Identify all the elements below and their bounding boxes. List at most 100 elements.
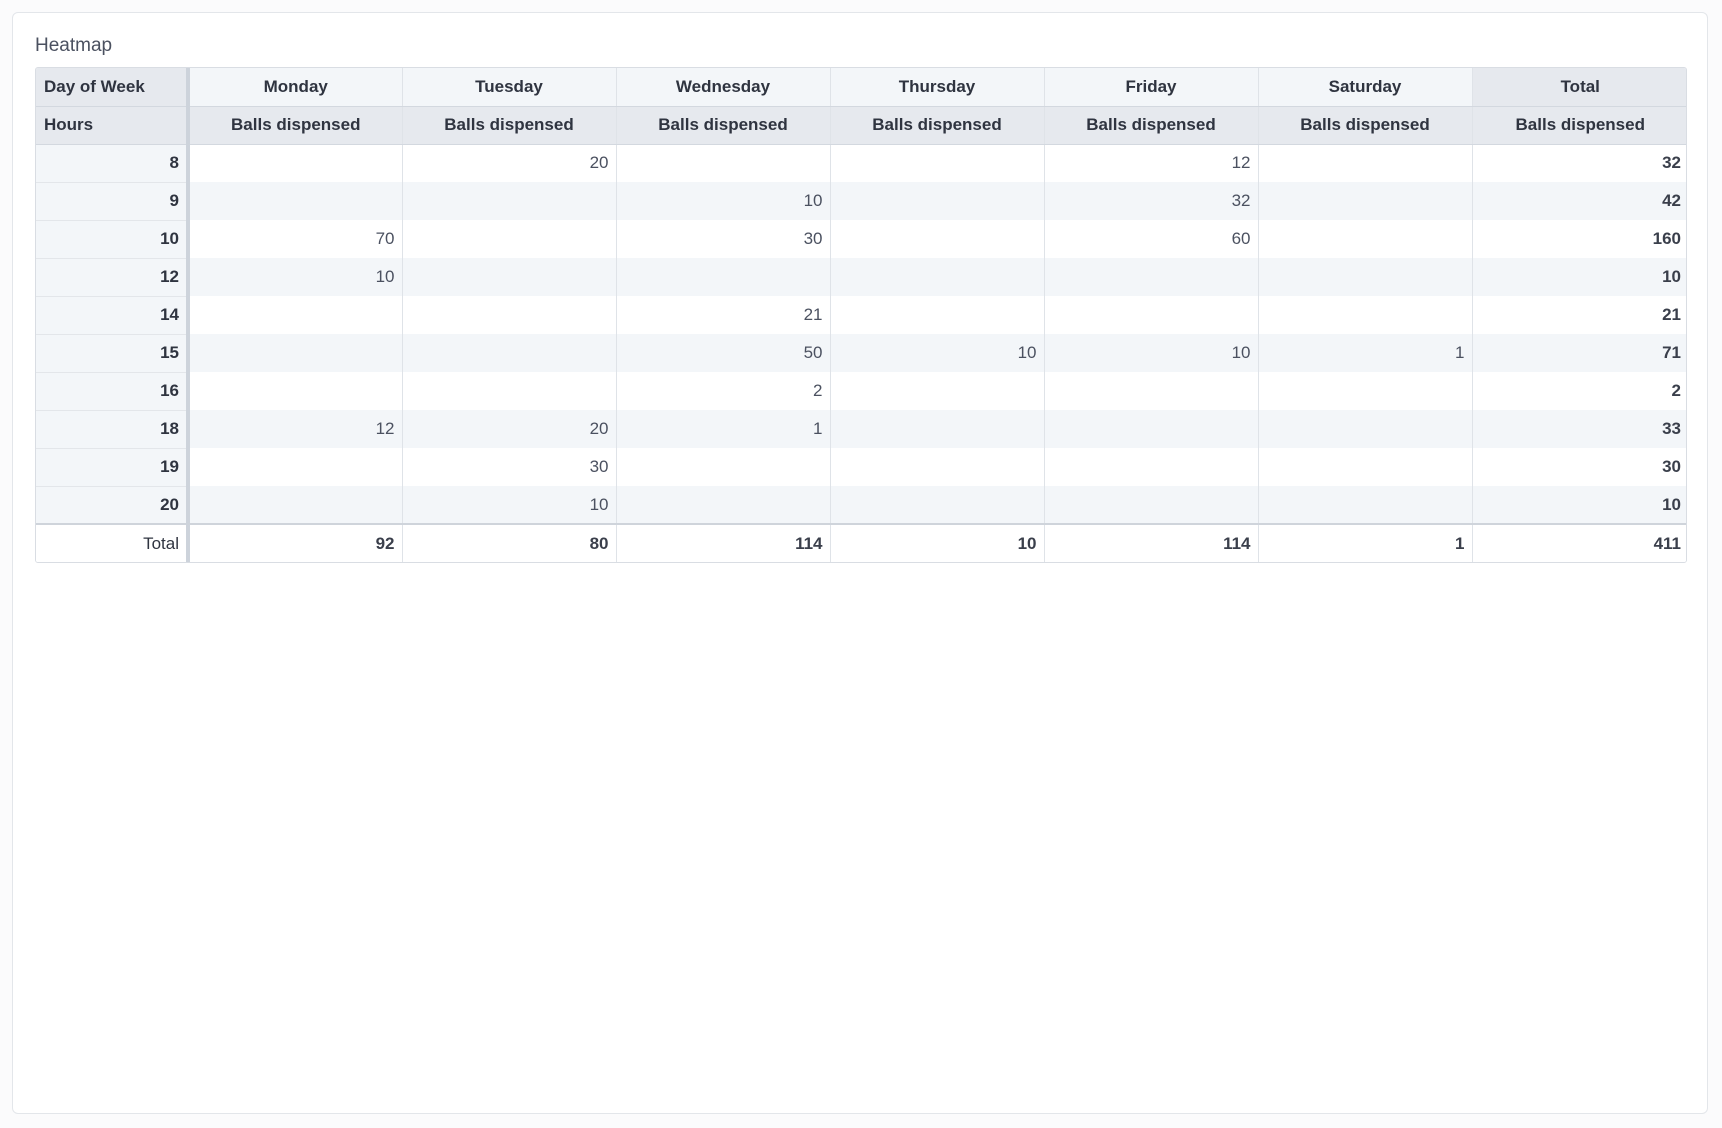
value-cell bbox=[1257, 296, 1472, 334]
value-cell bbox=[1257, 182, 1472, 220]
table-row: 9 10 32 42 bbox=[36, 182, 1686, 221]
value-cell bbox=[1257, 486, 1472, 524]
value-cell: 20 bbox=[401, 410, 616, 448]
value-cell bbox=[615, 448, 830, 486]
value-cell bbox=[1043, 258, 1258, 296]
grand-total-cell: 411 bbox=[1471, 523, 1686, 562]
value-cell bbox=[829, 220, 1044, 258]
row-header: 12 bbox=[36, 258, 190, 297]
value-cell bbox=[401, 220, 616, 258]
pivot-table: Day of Week Monday Tuesday Wednesday Thu… bbox=[35, 67, 1687, 563]
total-cell: 114 bbox=[1043, 523, 1258, 562]
table-row: 14 21 21 bbox=[36, 296, 1686, 335]
table-row: 16 2 2 bbox=[36, 372, 1686, 411]
value-cell bbox=[1257, 372, 1472, 410]
row-total-cell: 30 bbox=[1471, 448, 1686, 486]
value-cell bbox=[401, 334, 616, 372]
value-cell bbox=[829, 144, 1044, 182]
value-cell: 20 bbox=[401, 144, 616, 182]
value-cell bbox=[1257, 258, 1472, 296]
value-cell bbox=[615, 258, 830, 296]
row-total-cell: 10 bbox=[1471, 258, 1686, 296]
table-row: 18 12 20 1 33 bbox=[36, 410, 1686, 449]
table-row: 10 70 30 60 160 bbox=[36, 220, 1686, 259]
table-row: 20 10 10 bbox=[36, 486, 1686, 525]
value-cell bbox=[829, 296, 1044, 334]
total-cell: 92 bbox=[187, 523, 402, 562]
value-cell: 10 bbox=[1043, 334, 1258, 372]
row-total-cell: 71 bbox=[1471, 334, 1686, 372]
heatmap-panel: Heatmap Day of Week Monday Tuesday Wedne… bbox=[12, 12, 1708, 1114]
row-header: 10 bbox=[36, 220, 190, 259]
value-cell: 32 bbox=[1043, 182, 1258, 220]
value-cell: 2 bbox=[615, 372, 830, 410]
value-cell bbox=[1257, 144, 1472, 182]
value-cell bbox=[187, 296, 402, 334]
value-cell bbox=[1043, 448, 1258, 486]
value-cell bbox=[1043, 486, 1258, 524]
value-cell bbox=[401, 372, 616, 410]
value-cell bbox=[401, 182, 616, 220]
value-cell bbox=[187, 182, 402, 220]
row-header: 9 bbox=[36, 182, 190, 221]
column-header[interactable]: Thursday bbox=[829, 68, 1044, 107]
value-cell bbox=[615, 144, 830, 182]
total-cell: 80 bbox=[401, 523, 616, 562]
panel-title: Heatmap bbox=[35, 35, 113, 56]
row-total-cell: 32 bbox=[1471, 144, 1686, 182]
value-cell bbox=[401, 296, 616, 334]
column-header[interactable]: Friday bbox=[1043, 68, 1258, 107]
value-cell: 12 bbox=[1043, 144, 1258, 182]
measure-header[interactable]: Balls dispensed bbox=[615, 106, 830, 145]
value-cell: 21 bbox=[615, 296, 830, 334]
value-cell bbox=[829, 258, 1044, 296]
column-header[interactable]: Tuesday bbox=[401, 68, 616, 107]
measure-header[interactable]: Balls dispensed bbox=[1257, 106, 1472, 145]
value-cell bbox=[829, 182, 1044, 220]
measure-header[interactable]: Balls dispensed bbox=[829, 106, 1044, 145]
column-header[interactable]: Saturday bbox=[1257, 68, 1472, 107]
value-cell bbox=[187, 486, 402, 524]
measure-header[interactable]: Balls dispensed bbox=[401, 106, 616, 145]
value-cell bbox=[187, 144, 402, 182]
value-cell: 10 bbox=[615, 182, 830, 220]
row-header: 19 bbox=[36, 448, 190, 487]
value-cell: 1 bbox=[615, 410, 830, 448]
value-cell bbox=[1257, 220, 1472, 258]
value-cell bbox=[829, 372, 1044, 410]
total-row-label: Total bbox=[36, 523, 190, 562]
column-header-row: Day of Week Monday Tuesday Wednesday Thu… bbox=[36, 68, 1686, 107]
total-row: Total 92 80 114 10 114 1 411 bbox=[36, 523, 1686, 562]
column-header[interactable]: Monday bbox=[187, 68, 402, 107]
value-cell: 50 bbox=[615, 334, 830, 372]
corner-dimension-label[interactable]: Day of Week bbox=[36, 68, 190, 107]
value-cell bbox=[187, 372, 402, 410]
value-cell bbox=[829, 448, 1044, 486]
measure-header[interactable]: Balls dispensed bbox=[187, 106, 402, 145]
row-header: 16 bbox=[36, 372, 190, 411]
value-cell bbox=[1257, 448, 1472, 486]
measure-header[interactable]: Balls dispensed bbox=[1043, 106, 1258, 145]
value-cell: 10 bbox=[187, 258, 402, 296]
total-column-header[interactable]: Total bbox=[1471, 68, 1686, 107]
value-cell bbox=[829, 410, 1044, 448]
row-header: 20 bbox=[36, 486, 190, 525]
row-total-cell: 160 bbox=[1471, 220, 1686, 258]
table-row: 8 20 12 32 bbox=[36, 144, 1686, 183]
column-header[interactable]: Wednesday bbox=[615, 68, 830, 107]
row-total-cell: 21 bbox=[1471, 296, 1686, 334]
value-cell bbox=[615, 486, 830, 524]
row-header: 15 bbox=[36, 334, 190, 373]
value-cell bbox=[1043, 410, 1258, 448]
table-row: 19 30 30 bbox=[36, 448, 1686, 487]
value-cell bbox=[1043, 372, 1258, 410]
measure-header[interactable]: Balls dispensed bbox=[1471, 106, 1686, 145]
row-total-cell: 2 bbox=[1471, 372, 1686, 410]
total-cell: 1 bbox=[1257, 523, 1472, 562]
row-dimension-label[interactable]: Hours bbox=[36, 106, 190, 145]
value-cell bbox=[187, 448, 402, 486]
measure-header-row: Hours Balls dispensed Balls dispensed Ba… bbox=[36, 106, 1686, 145]
row-total-cell: 42 bbox=[1471, 182, 1686, 220]
value-cell: 30 bbox=[401, 448, 616, 486]
value-cell bbox=[187, 334, 402, 372]
